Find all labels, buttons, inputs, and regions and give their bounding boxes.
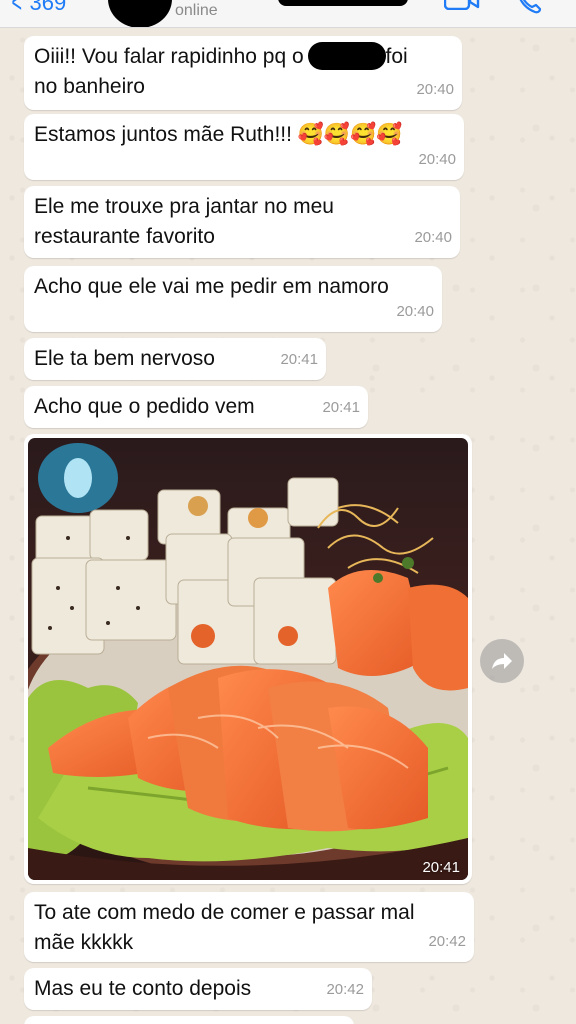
message-bubble[interactable]: Estamos juntos mãe Ruth!!! 🥰🥰🥰🥰 20:40 [24,114,464,180]
message-time: 20:41 [422,859,460,876]
phone-icon[interactable] [516,0,542,14]
message-text: Mas eu te conto depois [34,977,252,1000]
message-time: 20:41 [322,399,360,416]
message-bubble[interactable]: Ele ta bem nervoso 20:41 [24,338,326,380]
message-bubble[interactable]: To ate com medo de comer e passar mal mã… [24,892,474,962]
message-bubble[interactable]: Mas eu te conto depois 20:42 [24,968,372,1010]
message-text: To ate com medo de comer e passar mal mã… [34,901,415,954]
message-bubble[interactable]: Acho que ele vai me pedir em namoro 20:4… [24,266,442,332]
avatar[interactable] [108,0,172,27]
message-text: Ele me trouxe pra jantar no meu restaura… [34,195,334,248]
message-time: 20:40 [416,81,454,98]
contact-status: online [175,2,218,19]
unread-count: 369 [29,0,67,15]
message-time: 20:42 [428,933,466,950]
message-bubble[interactable] [24,1016,354,1024]
message-time: 20:40 [414,229,452,246]
message-bubble[interactable]: Ele me trouxe pra jantar no meu restaura… [24,186,460,258]
message-time: 20:41 [280,351,318,368]
message-bubble[interactable]: Oiii!! Vou falar rapidinho pq o foi no ba… [24,36,462,110]
image-message[interactable]: 20:41 [24,434,472,884]
chevron-left-icon: < [11,0,23,19]
message-time: 20:40 [396,303,434,320]
message-text: Estamos juntos mãe Ruth!!! 🥰🥰🥰🥰 [34,123,403,146]
message-text: Ele ta bem nervoso [34,347,215,370]
back-button[interactable]: < 369 [8,0,67,20]
forward-button[interactable] [480,639,524,683]
message-text: Acho que o pedido vem [34,395,255,418]
message-time: 20:42 [326,981,364,998]
message-bubble[interactable]: Acho que o pedido vem 20:41 [24,386,368,428]
contact-name-redacted[interactable] [278,0,408,6]
message-text: Acho que ele vai me pedir em namoro [34,275,389,298]
message-text: Oiii!! Vou falar rapidinho pq o foi no ba… [34,42,452,102]
redacted-name [307,42,386,70]
chat-header: < 369 online [0,0,576,28]
forward-icon [492,653,512,669]
message-time: 20:40 [418,151,456,168]
sushi-photo[interactable] [28,438,468,880]
video-call-icon[interactable] [444,0,480,10]
